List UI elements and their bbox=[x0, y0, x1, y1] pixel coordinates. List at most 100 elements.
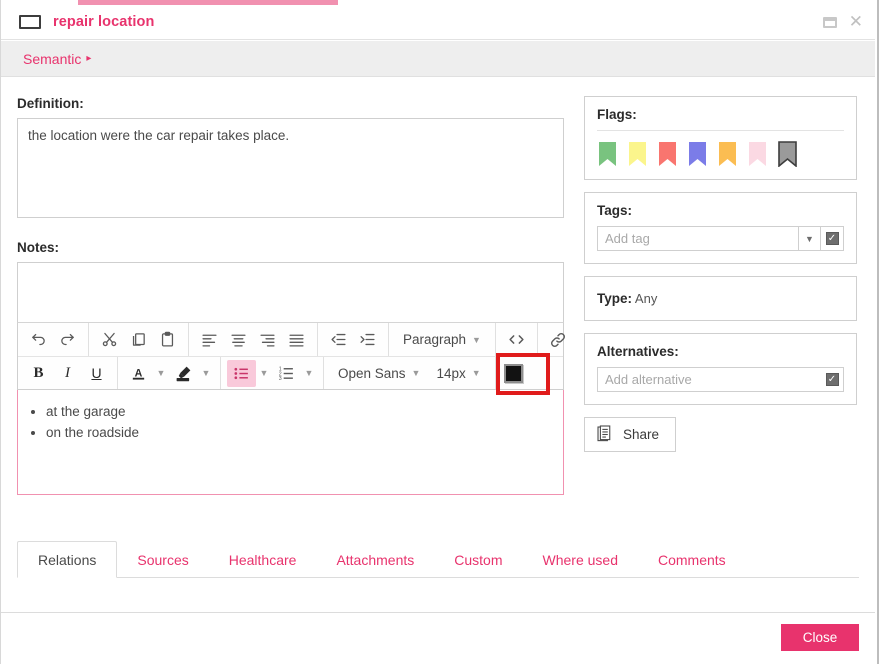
window-body: Definition: the location were the car re… bbox=[1, 78, 875, 664]
rich-text-content-area[interactable]: at the garage on the roadside bbox=[17, 390, 564, 495]
numbered-list-button[interactable]: 123 bbox=[272, 360, 301, 387]
source-code-button[interactable] bbox=[502, 326, 531, 353]
tab-where-used[interactable]: Where used bbox=[523, 542, 638, 577]
window-footer: Close bbox=[1, 612, 875, 664]
checkmark-icon: ✓ bbox=[825, 373, 839, 386]
tags-label: Tags: bbox=[597, 203, 633, 218]
align-left-button[interactable] bbox=[195, 326, 224, 353]
left-column: Definition: the location were the car re… bbox=[17, 96, 566, 495]
definition-field[interactable]: the location were the car repair takes p… bbox=[17, 118, 564, 218]
toolbar-group-indent bbox=[318, 323, 389, 356]
detail-tabs: Relations Sources Healthcare Attachments… bbox=[17, 540, 859, 578]
outdent-button[interactable] bbox=[324, 326, 353, 353]
tab-sources[interactable]: Sources bbox=[117, 542, 208, 577]
paragraph-style-dropdown[interactable]: Paragraph ▼ bbox=[395, 326, 489, 353]
flag-pink[interactable] bbox=[747, 141, 768, 167]
flag-red[interactable] bbox=[657, 141, 678, 167]
svg-text:A: A bbox=[135, 367, 143, 379]
align-center-button[interactable] bbox=[224, 326, 253, 353]
flag-list bbox=[597, 130, 844, 167]
tab-relations[interactable]: Relations bbox=[17, 540, 118, 578]
tab-comments[interactable]: Comments bbox=[638, 542, 746, 577]
paste-button[interactable] bbox=[153, 326, 182, 353]
show-blocks-button[interactable] bbox=[503, 363, 523, 383]
tab-attachments[interactable]: Attachments bbox=[316, 542, 434, 577]
page-title: repair location bbox=[53, 14, 155, 30]
toolbar-group-clipboard bbox=[89, 323, 189, 356]
content-bullet-list: at the garage on the roadside bbox=[18, 402, 563, 442]
chevron-down-icon: ▼ bbox=[471, 368, 481, 378]
link-button[interactable] bbox=[544, 326, 573, 353]
alternatives-label: Alternatives: bbox=[597, 344, 679, 359]
cut-button[interactable] bbox=[95, 326, 124, 353]
checkmark-icon: ✓ bbox=[825, 232, 839, 245]
flag-orange[interactable] bbox=[717, 141, 738, 167]
underline-button[interactable]: U bbox=[82, 360, 111, 387]
toolbar-group-history bbox=[18, 323, 89, 356]
toolbar-group-lists: ▼ 123 ▼ bbox=[221, 357, 324, 389]
flag-green[interactable] bbox=[597, 141, 618, 167]
add-alternative-input[interactable] bbox=[597, 367, 821, 392]
close-button[interactable]: Close bbox=[781, 624, 859, 651]
type-value: Any bbox=[634, 291, 658, 306]
highlight-color-button[interactable] bbox=[169, 360, 198, 387]
tags-dropdown-chevron-down-icon[interactable]: ▼ bbox=[798, 226, 821, 251]
align-justify-button[interactable] bbox=[282, 326, 311, 353]
align-right-button[interactable] bbox=[253, 326, 282, 353]
chevron-down-icon: ▼ bbox=[411, 368, 421, 378]
definition-label: Definition: bbox=[17, 96, 84, 111]
numbered-list-chevron-down-icon[interactable]: ▼ bbox=[301, 360, 317, 387]
text-color-chevron-down-icon[interactable]: ▼ bbox=[153, 360, 169, 387]
bold-button[interactable]: B bbox=[24, 360, 53, 387]
chevron-right-icon: ▸ bbox=[86, 53, 92, 64]
font-family-value: Open Sans bbox=[338, 365, 406, 381]
concept-icon bbox=[19, 15, 41, 29]
toolbar-group-show-blocks bbox=[495, 353, 550, 395]
bulleted-list-button[interactable] bbox=[227, 359, 256, 387]
toolbar-group-text-style: B I U bbox=[18, 357, 118, 389]
flag-blue[interactable] bbox=[687, 141, 708, 167]
window-controls: ✕ bbox=[822, 13, 863, 30]
list-item[interactable]: at the garage bbox=[46, 402, 563, 422]
undo-button[interactable] bbox=[24, 326, 53, 353]
notes-label: Notes: bbox=[17, 240, 60, 255]
font-size-dropdown[interactable]: 14px ▼ bbox=[428, 360, 488, 387]
text-color-button[interactable]: A bbox=[124, 360, 153, 387]
italic-button[interactable]: I bbox=[53, 360, 82, 387]
window-title-bar: repair location ✕ bbox=[1, 5, 875, 40]
tags-panel: Tags: ▼ ✓ bbox=[584, 192, 857, 264]
notes-field[interactable] bbox=[17, 262, 564, 322]
document-copy-icon bbox=[597, 425, 611, 442]
tags-confirm-button[interactable]: ✓ bbox=[821, 226, 844, 251]
right-column: Flags: Tags: ▼ ✓ bbox=[584, 96, 857, 452]
svg-text:3: 3 bbox=[279, 375, 282, 381]
close-window-icon[interactable]: ✕ bbox=[849, 13, 863, 30]
alternatives-confirm-button[interactable]: ✓ bbox=[821, 367, 844, 392]
font-size-value: 14px bbox=[436, 365, 466, 381]
type-panel: Type: Any bbox=[584, 276, 857, 321]
flags-panel: Flags: bbox=[584, 96, 857, 180]
type-label: Type: bbox=[597, 291, 633, 306]
toolbar-group-alignment bbox=[189, 323, 318, 356]
flag-gray[interactable] bbox=[777, 141, 798, 167]
font-family-dropdown[interactable]: Open Sans ▼ bbox=[330, 360, 428, 387]
redo-button[interactable] bbox=[53, 326, 82, 353]
add-tag-input[interactable] bbox=[597, 226, 798, 251]
share-button[interactable]: Share bbox=[584, 417, 677, 452]
bulleted-list-chevron-down-icon[interactable]: ▼ bbox=[256, 360, 272, 387]
indent-button[interactable] bbox=[353, 326, 382, 353]
toolbar-group-link bbox=[538, 323, 579, 356]
breadcrumb-item-semantic[interactable]: Semantic bbox=[23, 51, 81, 67]
copy-button[interactable] bbox=[124, 326, 153, 353]
entity-detail-window: repair location ✕ Semantic ▸ Definition:… bbox=[0, 0, 879, 664]
tab-healthcare[interactable]: Healthcare bbox=[209, 542, 317, 577]
highlight-color-chevron-down-icon[interactable]: ▼ bbox=[198, 360, 214, 387]
flags-label: Flags: bbox=[597, 107, 637, 122]
tab-custom[interactable]: Custom bbox=[434, 542, 522, 577]
toolbar-row-2: B I U A ▼ ▼ ▼ 1 2 3 ▼ Open Sans ▼ 14px ▼ bbox=[18, 353, 563, 395]
flag-yellow[interactable] bbox=[627, 141, 648, 167]
chevron-down-icon: ▼ bbox=[472, 334, 481, 345]
list-item[interactable]: on the roadside bbox=[46, 423, 563, 443]
notes-section: Notes: bbox=[17, 240, 564, 322]
restore-window-icon[interactable] bbox=[822, 16, 837, 28]
